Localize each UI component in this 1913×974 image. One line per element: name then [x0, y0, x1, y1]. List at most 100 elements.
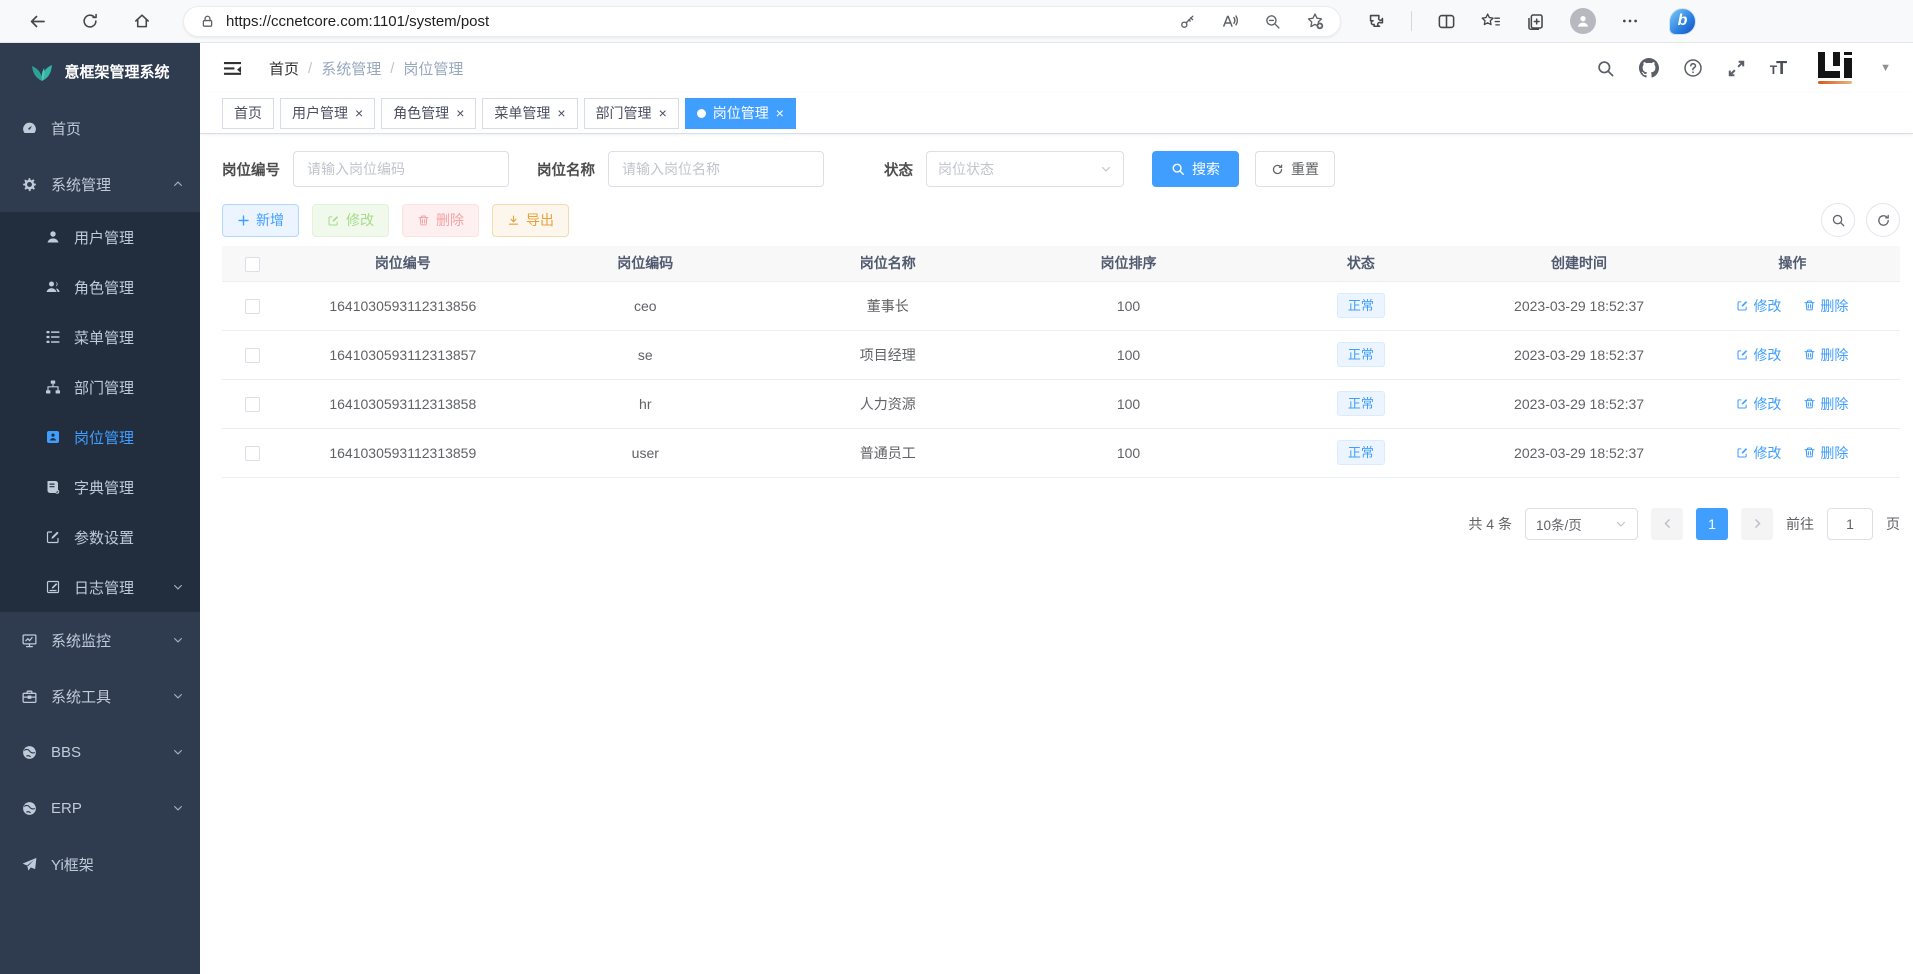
refresh-table-icon[interactable]: [1866, 203, 1900, 237]
back-icon[interactable]: [28, 12, 47, 31]
col-post-id: 岗位编号: [282, 246, 524, 281]
prev-page-icon[interactable]: [1651, 508, 1683, 540]
status-select[interactable]: 岗位状态: [926, 151, 1124, 187]
sidebar-menu: 首页 系统管理 用户管理 角色管理: [0, 100, 200, 974]
show-search-toggle-icon[interactable]: [1821, 203, 1855, 237]
user-avatar[interactable]: [1818, 52, 1852, 84]
sidebar-item-system[interactable]: 系统管理: [0, 156, 200, 212]
dashboard-icon: [21, 120, 38, 137]
url-text[interactable]: https://ccnetcore.com:1101/system/post: [226, 13, 489, 30]
bing-chat-icon[interactable]: b: [1669, 8, 1696, 35]
row-edit-link[interactable]: 修改: [1736, 394, 1781, 414]
breadcrumb-separator: /: [390, 60, 394, 77]
select-all-checkbox[interactable]: [245, 257, 260, 272]
search-icon[interactable]: [1596, 59, 1615, 78]
goto-label: 前往: [1786, 514, 1814, 534]
next-page-icon[interactable]: [1741, 508, 1773, 540]
close-icon[interactable]: ×: [355, 106, 363, 120]
address-bar[interactable]: https://ccnetcore.com:1101/system/post: [183, 6, 1341, 37]
plus-icon: [237, 214, 250, 227]
export-button[interactable]: 导出: [492, 204, 569, 237]
row-edit-link[interactable]: 修改: [1736, 345, 1781, 365]
row-edit-link[interactable]: 修改: [1736, 443, 1781, 463]
row-delete-link[interactable]: 删除: [1803, 345, 1848, 365]
reset-button[interactable]: 重置: [1255, 151, 1335, 187]
close-icon[interactable]: ×: [557, 106, 565, 120]
help-icon[interactable]: [1683, 58, 1703, 78]
tab-role-mgmt[interactable]: 角色管理 ×: [381, 98, 476, 129]
fullscreen-icon[interactable]: [1727, 59, 1746, 78]
tab-dept-mgmt[interactable]: 部门管理 ×: [584, 98, 679, 129]
post-code-input[interactable]: [293, 151, 509, 187]
font-size-icon[interactable]: TT: [1770, 58, 1786, 79]
goto-page-input[interactable]: [1827, 508, 1873, 540]
sidebar-item-label: Yi框架: [51, 854, 94, 875]
split-screen-icon[interactable]: [1437, 12, 1456, 31]
sidebar-item-bbs[interactable]: BBS: [0, 724, 200, 780]
tab-home[interactable]: 首页: [222, 98, 274, 129]
row-checkbox[interactable]: [245, 299, 260, 314]
read-aloud-icon[interactable]: [1221, 12, 1239, 30]
favorite-add-icon[interactable]: [1306, 12, 1324, 30]
close-icon[interactable]: ×: [776, 106, 784, 120]
row-edit-link[interactable]: 修改: [1736, 296, 1781, 316]
sidebar-item-erp[interactable]: ERP: [0, 780, 200, 836]
browser-profile-avatar[interactable]: [1570, 8, 1596, 34]
sidebar-item-monitor[interactable]: 系统监控: [0, 612, 200, 668]
delete-button[interactable]: 删除: [402, 204, 479, 237]
log-icon: [45, 579, 61, 595]
row-checkbox[interactable]: [245, 397, 260, 412]
sidebar-item-roles[interactable]: 角色管理: [0, 262, 200, 312]
sidebar-item-departments[interactable]: 部门管理: [0, 362, 200, 412]
github-icon[interactable]: [1639, 58, 1659, 78]
gear-icon: [21, 176, 38, 193]
tab-post-mgmt[interactable]: 岗位管理 ×: [685, 98, 796, 129]
sidebar-item-menus[interactable]: 菜单管理: [0, 312, 200, 362]
row-delete-link[interactable]: 删除: [1803, 443, 1848, 463]
refresh-icon[interactable]: [81, 12, 99, 30]
total-count: 共 4 条: [1468, 514, 1512, 534]
row-checkbox[interactable]: [245, 446, 260, 461]
favorites-bar-icon[interactable]: [1481, 11, 1501, 31]
page-size-select[interactable]: 10条/页: [1525, 508, 1638, 540]
sidebar-item-logs[interactable]: 日志管理: [0, 562, 200, 612]
col-post-code: 岗位编码: [524, 246, 767, 281]
password-key-icon[interactable]: [1179, 13, 1196, 30]
sidebar: 意框架管理系统 首页 系统管理 用户管理: [0, 43, 200, 974]
sidebar-item-label: BBS: [51, 744, 81, 761]
home-icon[interactable]: [133, 12, 151, 30]
lock-icon[interactable]: [200, 14, 215, 29]
sidebar-item-posts[interactable]: 岗位管理: [0, 412, 200, 462]
tab-menu-mgmt[interactable]: 菜单管理 ×: [482, 98, 577, 129]
zoom-out-icon[interactable]: [1264, 13, 1281, 30]
sidebar-item-yi-framework[interactable]: Yi框架: [0, 836, 200, 892]
sidebar-item-parameters[interactable]: 参数设置: [0, 512, 200, 562]
table-row: 1641030593112313857 se 项目经理 100 正常 2023-…: [222, 330, 1900, 379]
edit-button[interactable]: 修改: [312, 204, 389, 237]
breadcrumb-system: 系统管理: [321, 58, 381, 79]
globe-icon: [21, 800, 38, 817]
browser-toolbar: https://ccnetcore.com:1101/system/post: [0, 0, 1913, 43]
sidebar-item-tools[interactable]: 系统工具: [0, 668, 200, 724]
settings-more-icon[interactable]: [1621, 12, 1639, 30]
add-button[interactable]: 新增: [222, 204, 299, 237]
row-delete-link[interactable]: 删除: [1803, 394, 1848, 414]
sidebar-item-users[interactable]: 用户管理: [0, 212, 200, 262]
search-button[interactable]: 搜索: [1152, 151, 1239, 187]
breadcrumb-home[interactable]: 首页: [269, 58, 299, 79]
row-delete-link[interactable]: 删除: [1803, 296, 1848, 316]
row-checkbox[interactable]: [245, 348, 260, 363]
extensions-icon[interactable]: [1367, 12, 1386, 31]
status-select-placeholder: 岗位状态: [938, 159, 994, 179]
sidebar-item-dictionary[interactable]: 字典管理: [0, 462, 200, 512]
sidebar-item-home[interactable]: 首页: [0, 100, 200, 156]
page-number[interactable]: 1: [1696, 508, 1728, 540]
close-icon[interactable]: ×: [659, 106, 667, 120]
collections-icon[interactable]: [1526, 12, 1545, 31]
table-options: [1821, 203, 1900, 237]
collapse-sidebar-icon[interactable]: [222, 58, 243, 79]
close-icon[interactable]: ×: [456, 106, 464, 120]
tab-user-mgmt[interactable]: 用户管理 ×: [280, 98, 375, 129]
caret-down-icon[interactable]: ▼: [1880, 62, 1891, 74]
post-name-input[interactable]: [608, 151, 824, 187]
